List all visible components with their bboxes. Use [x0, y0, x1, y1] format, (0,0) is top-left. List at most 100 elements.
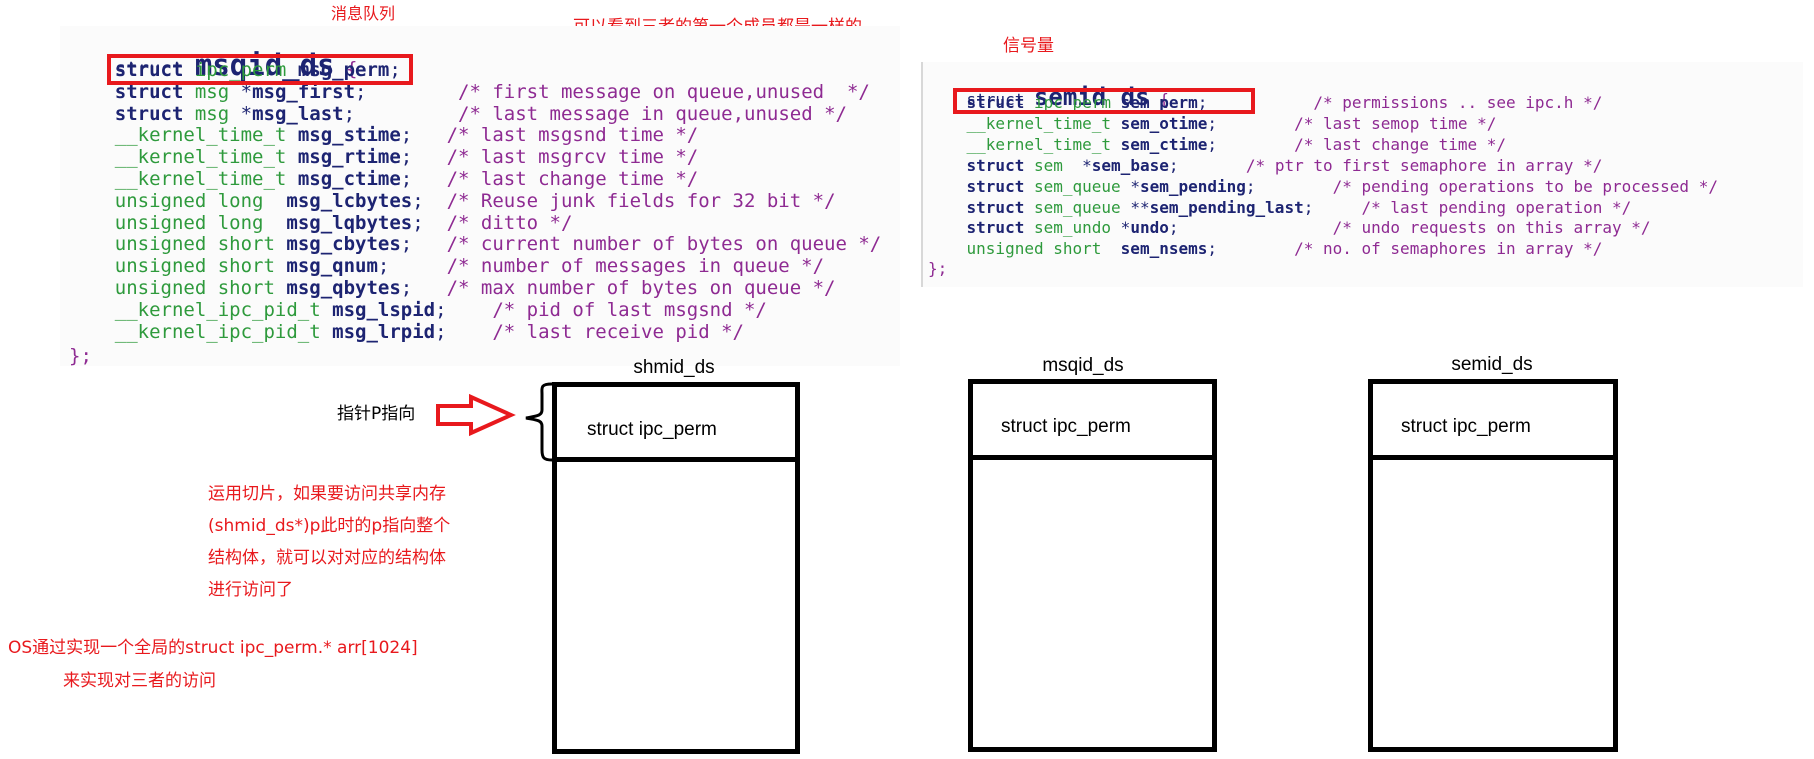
spacing — [412, 233, 435, 255]
struct-member-line: __kernel_time_t sem_ctime; /* last chang… — [928, 135, 1506, 154]
semicolon: ; — [1207, 239, 1218, 259]
member-comment: /* Reuse junk fields for 32 bit */ — [446, 189, 836, 212]
slicing-note-line: (shmid_ds*)p此时的p指向整个 — [208, 516, 451, 536]
member-name: sem_otime — [1120, 113, 1208, 133]
member-comment: /* ditto */ — [446, 211, 573, 234]
member-type: sem — [1033, 155, 1073, 175]
os-note-line-1: OS通过实现一个全局的struct ipc_perm.* arr[1024] — [8, 638, 418, 658]
spacing — [389, 255, 435, 277]
struct-member-line: struct msg *msg_last; /* last message in… — [69, 103, 847, 125]
sem-perm-highlight-box — [953, 88, 1255, 114]
member-comment: /* last receive pid */ — [492, 320, 744, 343]
member-type: unsigned short — [114, 255, 275, 278]
semicolon: ; — [343, 102, 356, 125]
pointer-marker: * — [1130, 176, 1140, 196]
member-name: msg_lrpid — [332, 320, 436, 343]
msg-perm-highlight-box — [107, 54, 413, 85]
struct-member-line: unsigned long msg_lcbytes; /* Reuse junk… — [69, 190, 836, 212]
member-comment: /* undo requests on this array */ — [1332, 218, 1651, 238]
semicolon: ; — [400, 168, 413, 190]
struct-member-line: __kernel_ipc_pid_t msg_lrpid; /* last re… — [69, 321, 744, 343]
member-type: __kernel_ipc_pid_t — [114, 320, 321, 343]
member-name: msg_ctime — [297, 168, 401, 190]
semicolon: ; — [377, 255, 390, 278]
spacing — [412, 124, 435, 146]
semicolon: ; — [400, 124, 413, 147]
spacing — [1256, 177, 1323, 196]
slicing-note-line: 进行访问了 — [208, 580, 293, 600]
semicolon: ; — [1245, 176, 1256, 196]
box-divider — [557, 457, 795, 462]
box-title-msqid: msqid_ds — [1042, 355, 1124, 376]
member-comment: /* no. of semaphores in array */ — [1294, 239, 1603, 259]
spacing — [424, 212, 435, 234]
member-name: msg_qnum — [286, 255, 378, 278]
slicing-note: 运用切片，如果要访问共享内存 (shmid_ds*)p此时的p指向整个 结构体，… — [208, 478, 450, 606]
ipc-perm-cell: struct ipc_perm — [587, 419, 717, 440]
box-divider — [1373, 455, 1613, 460]
member-comment: /* last message in queue,unused */ — [458, 102, 847, 125]
struct-member-line: __kernel_ipc_pid_t msg_lspid; /* pid of … — [69, 299, 767, 321]
spacing — [1217, 135, 1284, 154]
member-type: sem_undo — [1033, 218, 1112, 238]
spacing — [447, 299, 481, 321]
member-name: undo — [1130, 218, 1169, 238]
msqid-ds-box: struct ipc_perm — [968, 379, 1217, 752]
os-note-line-2: 来实现对三者的访问 — [63, 671, 216, 691]
spacing — [412, 146, 435, 168]
semaphore-label: 信号量 — [1003, 36, 1054, 56]
member-name: msg_lqbytes — [286, 211, 413, 234]
member-name: sem_nsems — [1120, 239, 1208, 259]
pointer-marker: * — [1120, 218, 1131, 238]
semid-struct-code: struct semid ds { struct ipc perm sem pe… — [928, 64, 1718, 278]
member-comment: /* last pending operation */ — [1361, 197, 1632, 217]
struct-member-line: __kernel_time_t msg_ctime; /* last chang… — [69, 168, 698, 190]
member-comment: /* ptr to first semaphore in array */ — [1245, 155, 1603, 175]
member-name: msg_qbytes — [286, 277, 401, 299]
struct-member-line: unsigned short msg_qbytes; /* max number… — [69, 277, 836, 299]
semicolon: ; — [1207, 134, 1218, 154]
struct-member-line: unsigned short msg_cbytes; /* current nu… — [69, 233, 881, 255]
member-comment: /* last change time */ — [446, 168, 699, 190]
member-comment: /* last semop time */ — [1294, 113, 1497, 133]
member-comment: /* current number of bytes on queue */ — [446, 233, 882, 256]
spacing — [1178, 218, 1323, 237]
member-comment: /* last msgrcv time */ — [446, 146, 699, 169]
slicing-note-line: 运用切片，如果要访问共享内存 — [208, 484, 446, 504]
member-name: msg_lcbytes — [286, 189, 413, 212]
spacing — [447, 321, 481, 343]
slicing-note-line: 结构体，就可以对对应的结构体 — [208, 548, 446, 568]
msqid-struct-code: struct msqid_ds { struct ipc_perm msg_pe… — [69, 26, 881, 367]
semicolon: ; — [412, 189, 424, 212]
type-keyword: struct — [966, 155, 1025, 175]
struct-member-line: unsigned short msg_qnum; /* number of me… — [69, 255, 824, 277]
member-comment: /* pid of last msgsnd */ — [492, 298, 767, 321]
semicolon: ; — [1303, 197, 1314, 217]
member-type: __kernel_time_t — [966, 113, 1112, 133]
spacing — [1217, 114, 1284, 133]
member-type: __kernel_time_t — [114, 124, 287, 147]
member-type: unsigned short — [114, 233, 275, 256]
member-comment: /* first message on queue,unused */ — [458, 80, 870, 103]
member-name: sem_pending — [1139, 176, 1246, 196]
member-name: msg_last — [252, 102, 344, 125]
ipc-perm-cell: struct ipc_perm — [1401, 416, 1531, 437]
member-name: msg_stime — [297, 124, 401, 147]
struct-member-line: struct sem_undo *undo; /* undo requests … — [928, 218, 1651, 237]
semicolon: ; — [400, 233, 413, 256]
semicolon: ; — [400, 146, 413, 169]
member-type: msg — [194, 102, 230, 125]
member-name: sem_base — [1091, 155, 1169, 175]
member-comment: /* last change time */ — [1294, 134, 1507, 154]
pointer-marker: ** — [1130, 197, 1150, 217]
member-comment: /* permissions .. see ipc.h */ — [1313, 93, 1603, 112]
member-type: __kernel_ipc_pid_t — [114, 298, 321, 321]
member-type: __kernel_time_t — [114, 146, 287, 169]
member-type: __kernel_time_t — [114, 168, 287, 190]
pointer-arrow-icon — [436, 393, 516, 437]
box-title-semid: semid_ds — [1451, 354, 1533, 375]
member-name: sem_pending_last — [1149, 197, 1304, 217]
spacing — [355, 103, 447, 125]
pointer-marker: * — [240, 102, 253, 125]
pointer-marker: * — [1082, 155, 1092, 175]
